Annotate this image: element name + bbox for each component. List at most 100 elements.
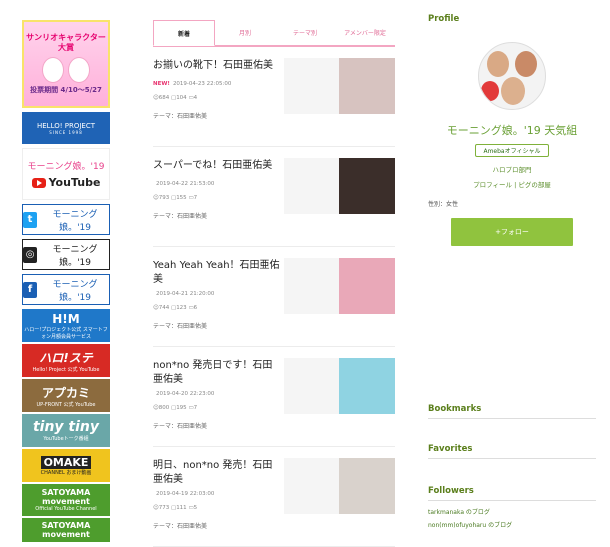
entry-item[interactable]: non*no 発売日です！石田亜佑美 2019-04-20 22:23:00 ☺80… [153,347,395,447]
entry-date-line: 2019-04-19 22:03:00 [153,491,214,497]
entry-theme[interactable]: テーマ：石田亜佑美 [153,321,207,330]
hm-big: H!M [52,311,80,326]
instagram-label: モーニング娘。'19 [52,244,98,268]
satoyama-banner-2[interactable]: SATOYAMA movement [22,518,110,542]
tiny-tiny-banner[interactable]: tiny tiny YouTubeトーク番組 [22,414,110,447]
avatar-member-3 [501,77,525,105]
yt-label: YouTube [48,176,101,189]
sanrio-characters [42,57,90,83]
entry-thumbnail-area[interactable] [284,458,395,514]
entry-theme[interactable]: テーマ：石田亜佑美 [153,521,207,530]
tab-monthly[interactable]: 月別 [215,20,275,46]
tiny-big: tiny tiny [32,419,100,435]
entry-date-line: 2019-04-22 21:53:00 [153,181,214,187]
satoyama2-label: SATOYAMA movement [41,521,91,539]
satoyama-banner[interactable]: SATOYAMA movement Official YouTube Chann… [22,484,110,516]
favorites-heading: Favorites [428,444,596,459]
hm-membership-banner[interactable]: H!M ハロー!プロジェクト公式 スマートフォン月額会員サービス [22,309,110,342]
official-badge: Amebaオフィシャル [475,144,549,157]
hellostation-small: Hello! Project 公式 YouTube [32,366,100,373]
entry-theme[interactable]: テーマ：石田亜佑美 [153,211,207,220]
upfront-banner[interactable]: アプカミ UP-FRONT 公式 YouTube [22,379,110,412]
instagram-banner[interactable]: ◎ モーニング娘。'19 [22,239,110,270]
follow-button[interactable]: +フォロー [451,218,573,246]
entry-item[interactable]: Yeah Yeah Yeah！石田亜佑美 2019-04-21 21:20:00 ☺… [153,247,395,347]
character-melody-image [68,57,90,83]
omake-channel-banner[interactable]: OMAKE CHANNEL おまけ動画 [22,449,110,482]
upfront-big: アプカミ [41,385,90,400]
entry-title[interactable]: スーパーでね！石田亜佑美 [153,159,281,173]
entry-date-line: NEW! 2019-04-23 22:05:00 [153,81,231,87]
facebook-banner[interactable]: f モーニング娘。'19 [22,274,110,305]
profile-heading: Profile [428,14,460,24]
profile-gender: 性別：女性 [428,201,459,208]
satoyama-small: Official YouTube Channel [35,506,97,512]
favorites-section: Favorites [428,444,596,459]
entry-item[interactable]: スーパーでね！石田亜佑美 2019-04-22 21:53:00 ☺793 ▢155… [153,147,395,247]
entry-photo[interactable] [339,358,395,414]
follower-item-2[interactable]: non(mm)ofuyoharu のブログ [428,520,596,529]
entry-title[interactable]: 明日、non*no 発売！石田亜佑美 [153,459,281,487]
tab-new[interactable]: 新着 [153,20,215,46]
entry-stats: ☺800 ▢195 ▭7 [153,405,197,411]
upfront-small: UP-FRONT 公式 YouTube [36,401,96,408]
tab-theme[interactable]: テーマ別 [275,20,335,46]
entry-photo[interactable] [339,258,395,314]
sanrio-award-banner[interactable]: サンリオキャラクター大賞 投票期間 4/10～5/27 [22,20,110,108]
entry-stats: ☺684 ▢104 ▭4 [153,95,197,101]
bookmarks-heading: Bookmarks [428,404,596,419]
avatar-member-1 [487,51,509,77]
comment-count: 155 [176,195,187,201]
profile-pig-links[interactable]: プロフィール | ピグの部屋 [428,179,596,189]
profile-name[interactable]: モーニング娘。'19 天気組 [428,122,596,138]
like-count: 773 [158,505,170,511]
entry-photo[interactable] [339,158,395,214]
entry-photo[interactable] [339,58,395,114]
entry-thumbnail-area[interactable] [284,258,395,314]
entry-title[interactable]: お揃いの靴下！石田亜佑美 [153,59,281,73]
morning-musume-youtube-banner[interactable]: モーニング娘。'19 YouTube [22,148,110,200]
entry-title[interactable]: Yeah Yeah Yeah！石田亜佑美 [153,259,281,287]
profile-sidebar: Profile モーニング娘。'19 天気組 Amebaオフィシャル ハロプロ部… [428,14,596,529]
entry-stats: ☺793 ▢155 ▭7 [153,195,197,201]
twitter-banner[interactable]: t モーニング娘。'19 [22,204,110,235]
facebook-label: モーニング娘。'19 [52,279,98,303]
entry-date: 2019-04-22 21:53:00 [156,181,215,187]
entry-thumbnail-area[interactable] [284,358,395,414]
hello-station-banner[interactable]: ハロ!ステ Hello! Project 公式 YouTube [22,344,110,377]
like-count: 793 [158,195,170,201]
entry-thumbnail-area[interactable] [284,58,395,114]
followers-heading: Followers [428,486,596,501]
entry-date: 2019-04-21 21:20:00 [156,291,215,297]
entry-theme[interactable]: テーマ：石田亜佑美 [153,421,207,430]
sanrio-subtitle: 投票期間 4/10～5/27 [30,86,102,94]
follower-item-1[interactable]: tarkmanaka のブログ [428,507,596,516]
entry-thumbnail-area[interactable] [284,158,395,214]
satoyama-big: SATOYAMA movement [41,488,91,506]
comment-count: 111 [176,505,187,511]
entry-title[interactable]: non*no 発売日です！石田亜佑美 [153,359,281,387]
omake-big: OMAKE [40,455,92,469]
tab-amember[interactable]: アメンバー限定 [335,20,395,46]
entry-item[interactable]: 明日、non*no 発売！石田亜佑美 2019-04-19 22:03:00 ☺77… [153,447,395,547]
like-count: 744 [158,305,170,311]
hm-small: ハロー!プロジェクト公式 スマートフォン月額会員サービス [24,326,108,340]
omake-small: CHANNEL おまけ動画 [40,469,92,476]
hellostation-big: ハロ!ステ [39,350,93,365]
hello-project-banner[interactable]: HELLO! PROJECT SINCE 1998 [22,112,110,144]
yt-banner-top: モーニング娘。'19 [27,162,105,172]
entry-photo[interactable] [339,458,395,514]
entry-theme[interactable]: テーマ：石田亜佑美 [153,111,207,120]
genre-link[interactable]: ハロプロ部門 [428,164,596,174]
reblog-count: 7 [193,405,198,411]
reblog-count: 5 [193,505,198,511]
entry-stats: ☺773 ▢111 ▭5 [153,505,197,511]
entry-item[interactable]: お揃いの靴下！石田亜佑美 NEW! 2019-04-23 22:05:00 ☺684 … [153,47,395,147]
profile-avatar[interactable] [478,42,546,110]
hp-title: HELLO! PROJECT [36,121,96,130]
entries: お揃いの靴下！石田亜佑美 NEW! 2019-04-23 22:05:00 ☺684 … [153,47,395,547]
bookmarks-section: Bookmarks [428,404,596,419]
reblog-count: 6 [193,305,198,311]
avatar-member-4 [481,81,499,101]
youtube-icon [31,177,46,188]
